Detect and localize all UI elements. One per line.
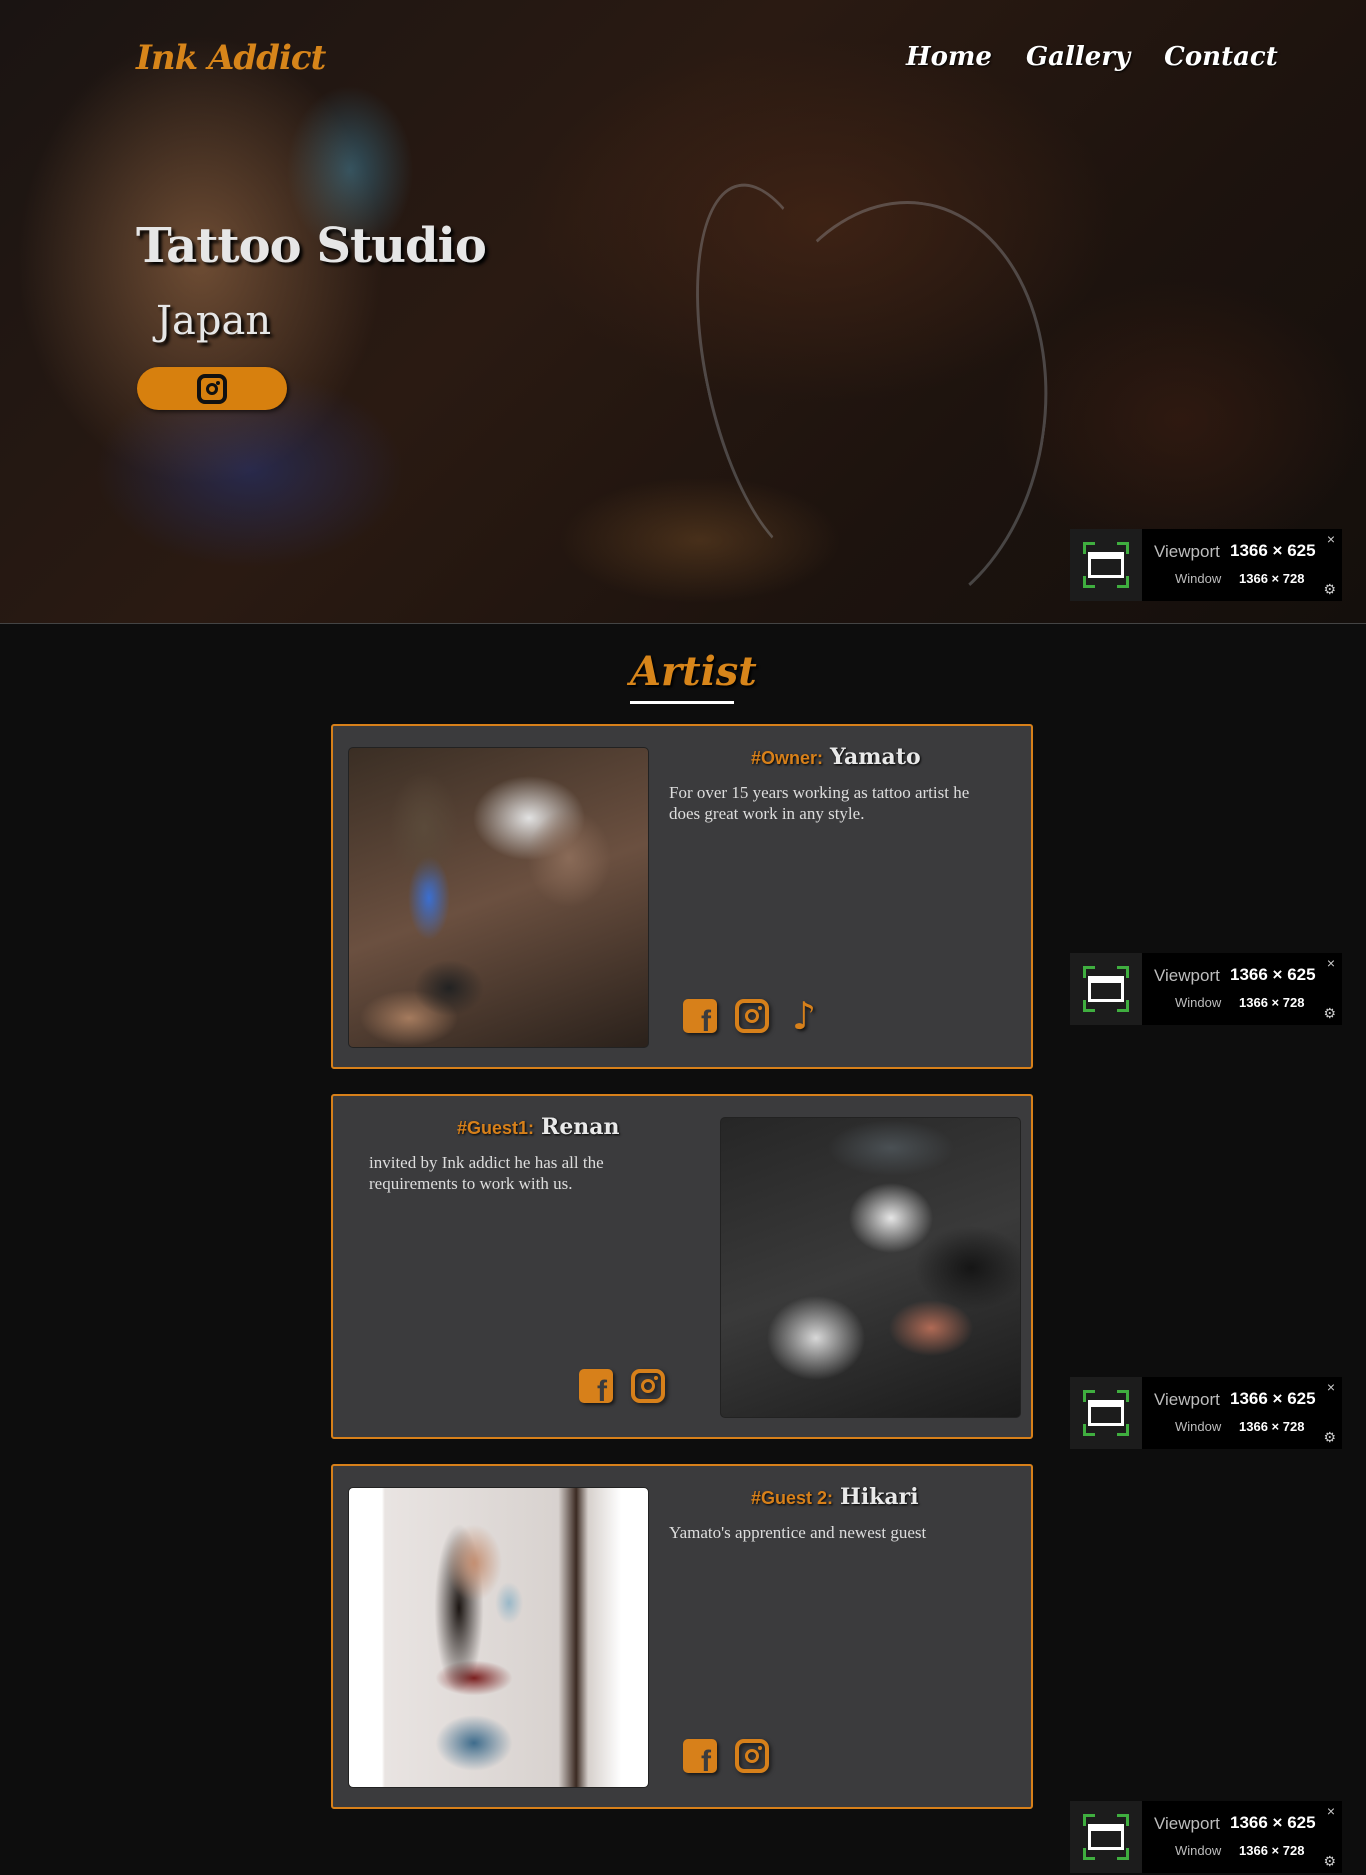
instagram-link[interactable] <box>735 999 769 1033</box>
artist-card-guest1: #Guest1: Renan invited by Ink addict he … <box>331 1094 1033 1439</box>
gear-icon[interactable]: ⚙ <box>1323 581 1336 598</box>
artist-heading: #Guest1: Renan <box>457 1114 620 1140</box>
artist-name: Yamato <box>830 744 921 770</box>
window-label: Window <box>1175 571 1222 586</box>
instagram-icon <box>197 373 227 404</box>
viewport-size-widget: Viewport 1366 × 625 Window 1366 × 728 × … <box>1070 529 1342 601</box>
viewport-label: Viewport <box>1154 1814 1220 1833</box>
artist-role-tag: #Guest 2: <box>751 1488 834 1508</box>
artist-heading: #Owner: Yamato <box>751 744 921 770</box>
artist-socials <box>683 999 821 1039</box>
instagram-icon <box>735 1739 769 1773</box>
window-label: Window <box>1175 1419 1222 1434</box>
artist-photo <box>348 747 649 1048</box>
window-value: 1366 × 728 <box>1239 571 1305 586</box>
window-value: 1366 × 728 <box>1239 1843 1305 1858</box>
hero-subtitle: Japan <box>156 298 272 344</box>
artist-photo <box>720 1117 1021 1418</box>
viewport-value: 1366 × 625 <box>1230 965 1316 984</box>
viewport-size-widget: Viewport 1366 × 625 Window 1366 × 728 × … <box>1070 1801 1342 1873</box>
artist-name: Hikari <box>840 1484 919 1510</box>
close-icon[interactable]: × <box>1327 1803 1335 1819</box>
facebook-icon[interactable] <box>683 999 717 1039</box>
window-label: Window <box>1175 995 1222 1010</box>
instagram-icon <box>735 999 769 1033</box>
artist-card-owner: #Owner: Yamato For over 15 years working… <box>331 724 1033 1069</box>
viewport-label: Viewport <box>1154 966 1220 985</box>
artist-card-guest2: #Guest 2: Hikari Yamato's apprentice and… <box>331 1464 1033 1809</box>
viewport-size-widget: Viewport 1366 × 625 Window 1366 × 728 × … <box>1070 953 1342 1025</box>
artists-section-title: Artist <box>630 648 757 695</box>
close-icon[interactable]: × <box>1327 1379 1335 1395</box>
window-icon <box>1070 1377 1142 1449</box>
main-nav: Home Gallery Contact <box>906 42 1278 72</box>
hero-title: Tattoo Studio <box>136 218 487 274</box>
window-label: Window <box>1175 1843 1222 1858</box>
tiktok-icon[interactable] <box>787 999 821 1033</box>
viewport-value: 1366 × 625 <box>1230 541 1316 560</box>
instagram-link[interactable] <box>631 1369 665 1403</box>
viewport-label: Viewport <box>1154 1390 1220 1409</box>
site-logo[interactable]: Ink Addict <box>136 38 326 78</box>
artist-description: invited by Ink addict he has all the req… <box>369 1153 604 1193</box>
artist-description: Yamato's apprentice and newest guest <box>669 1523 927 1542</box>
viewport-value: 1366 × 625 <box>1230 1389 1316 1408</box>
window-icon <box>1070 1801 1142 1873</box>
artist-socials <box>579 1369 665 1409</box>
artist-role-tag: #Guest1: <box>457 1118 535 1138</box>
artist-name: Renan <box>541 1114 620 1140</box>
artist-description: For over 15 years working as tattoo arti… <box>669 783 970 823</box>
window-value: 1366 × 728 <box>1239 995 1305 1010</box>
viewport-label: Viewport <box>1154 542 1220 561</box>
title-underline <box>630 701 734 704</box>
instagram-link[interactable] <box>735 1739 769 1773</box>
nav-gallery-link[interactable]: Gallery <box>1026 42 1130 72</box>
window-value: 1366 × 728 <box>1239 1419 1305 1434</box>
facebook-icon[interactable] <box>579 1369 613 1409</box>
gear-icon[interactable]: ⚙ <box>1323 1005 1336 1022</box>
artist-heading: #Guest 2: Hikari <box>751 1484 919 1510</box>
facebook-icon[interactable] <box>683 1739 717 1779</box>
nav-home-link[interactable]: Home <box>906 42 992 72</box>
window-icon <box>1070 953 1142 1025</box>
close-icon[interactable]: × <box>1327 531 1335 547</box>
artist-socials <box>683 1739 769 1779</box>
gear-icon[interactable]: ⚙ <box>1323 1429 1336 1446</box>
viewport-value: 1366 × 625 <box>1230 1813 1316 1832</box>
artist-photo <box>348 1487 649 1788</box>
window-icon <box>1070 529 1142 601</box>
nav-contact-link[interactable]: Contact <box>1164 42 1278 72</box>
viewport-size-widget: Viewport 1366 × 625 Window 1366 × 728 × … <box>1070 1377 1342 1449</box>
artist-role-tag: #Owner: <box>751 748 824 768</box>
hero-divider <box>0 623 1366 624</box>
close-icon[interactable]: × <box>1327 955 1335 971</box>
gear-icon[interactable]: ⚙ <box>1323 1853 1336 1870</box>
instagram-button[interactable] <box>137 367 287 410</box>
instagram-icon <box>631 1369 665 1403</box>
